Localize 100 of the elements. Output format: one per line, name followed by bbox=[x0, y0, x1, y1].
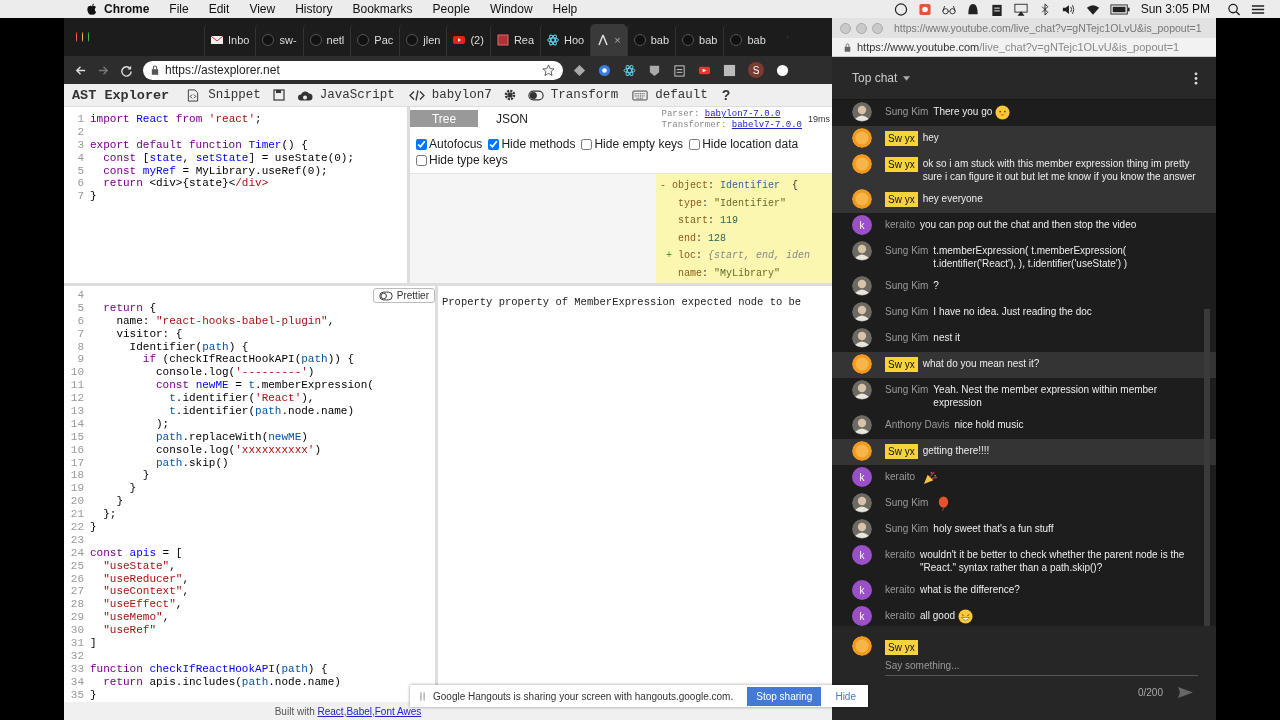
reload-button[interactable] bbox=[120, 63, 133, 77]
snippet-button[interactable]: Snippet bbox=[183, 88, 263, 102]
transformer-link[interactable]: babelv7-7.0.0 bbox=[731, 120, 802, 130]
author-name[interactable]: keraito bbox=[885, 583, 915, 596]
author-name[interactable]: Sung Kim bbox=[885, 383, 929, 396]
checkbox-label[interactable]: Hide empty keys bbox=[594, 137, 684, 151]
checkbox[interactable] bbox=[488, 138, 500, 150]
parser-button[interactable]: babylon7 bbox=[406, 88, 494, 102]
parser-link[interactable]: babylon7-7.0.0 bbox=[704, 109, 781, 119]
checkbox[interactable] bbox=[416, 138, 427, 150]
toggle-icon[interactable] bbox=[527, 88, 544, 102]
menu-item[interactable]: Chrome bbox=[104, 2, 150, 16]
scrollbar[interactable] bbox=[1204, 309, 1210, 626]
checkbox[interactable] bbox=[689, 138, 701, 150]
code-icon[interactable] bbox=[408, 88, 425, 102]
menu-item[interactable]: Window bbox=[489, 2, 533, 16]
menu-item[interactable]: Edit bbox=[208, 2, 230, 16]
menu-item[interactable]: View bbox=[249, 2, 276, 16]
language-button[interactable]: JavaScript bbox=[294, 88, 397, 102]
message-text: There you go bbox=[933, 105, 993, 118]
tree-node[interactable]: start: 119 bbox=[656, 212, 832, 230]
extension-icon[interactable] bbox=[776, 63, 789, 77]
tree-node[interactable]: type: "Identifier" bbox=[656, 194, 832, 212]
extension-icon[interactable] bbox=[648, 63, 661, 77]
keymap-button[interactable]: default bbox=[630, 88, 710, 102]
circle-icon[interactable] bbox=[893, 2, 908, 16]
code-line: name: "react-hooks-babel-plugin", bbox=[115, 314, 335, 328]
author-name[interactable]: Anthony Davis bbox=[885, 418, 950, 431]
menu-item[interactable]: Help bbox=[552, 2, 578, 16]
owner-badge[interactable]: Sw yx bbox=[885, 131, 918, 146]
checkbox-label[interactable]: Hide type keys bbox=[429, 153, 508, 167]
extension-icon[interactable] bbox=[598, 63, 611, 77]
bell-icon[interactable] bbox=[965, 2, 980, 16]
checkbox[interactable] bbox=[581, 138, 593, 150]
tree-node[interactable]: end: 128 bbox=[656, 229, 832, 247]
footer-link[interactable]: Babel bbox=[346, 705, 372, 717]
menu-item[interactable]: People bbox=[432, 2, 470, 16]
footer-link[interactable]: Font Awes bbox=[374, 705, 422, 717]
menu-item[interactable]: History bbox=[295, 2, 333, 16]
list-icon[interactable] bbox=[1251, 2, 1265, 16]
author-name[interactable]: Sung Kim bbox=[885, 331, 929, 344]
footer-link[interactable]: React bbox=[317, 705, 344, 717]
clipboard-icon[interactable] bbox=[989, 2, 1004, 16]
menu-item[interactable]: Bookmarks bbox=[352, 2, 413, 16]
owner-badge[interactable]: Sw yx bbox=[885, 192, 918, 207]
tree-node[interactable]: name: "MyLibrary" bbox=[656, 264, 832, 282]
tree-node[interactable]: - object: Identifier { bbox=[656, 177, 832, 195]
send-icon[interactable] bbox=[1177, 686, 1194, 699]
transform-toggle[interactable]: Transform bbox=[525, 88, 621, 102]
prettier-toggle[interactable]: Prettier bbox=[372, 288, 435, 303]
settings-icon[interactable] bbox=[503, 89, 516, 101]
clock[interactable]: Sun 3:05 PM bbox=[1140, 2, 1210, 16]
owner-badge[interactable]: Sw yx bbox=[885, 444, 918, 459]
extension-icon[interactable] bbox=[573, 63, 586, 77]
extension-icon[interactable] bbox=[723, 63, 736, 77]
author-name[interactable]: Sung Kim bbox=[885, 244, 929, 257]
tree-node[interactable]: + loc: {start, end, iden bbox=[656, 247, 832, 265]
owner-badge[interactable]: Sw yx bbox=[885, 357, 918, 372]
save-icon[interactable] bbox=[272, 89, 285, 101]
cloud-icon[interactable] bbox=[296, 88, 313, 102]
more-icon[interactable] bbox=[1194, 71, 1198, 85]
toggle-icon[interactable] bbox=[378, 290, 393, 301]
author-name[interactable]: Sung Kim bbox=[885, 305, 929, 318]
caret-icon[interactable] bbox=[903, 75, 911, 81]
author-name[interactable]: keraito bbox=[885, 609, 915, 622]
help-button[interactable]: ? bbox=[719, 87, 733, 103]
code-line: const apis = [ bbox=[90, 546, 183, 560]
volume-icon[interactable] bbox=[1061, 2, 1076, 16]
checkbox[interactable] bbox=[416, 154, 427, 166]
author-name[interactable]: keraito bbox=[885, 218, 915, 231]
clipboard-icon[interactable] bbox=[673, 63, 686, 77]
stop-sharing-button[interactable]: Stop sharing bbox=[747, 686, 822, 706]
checkbox-label[interactable]: Hide location data bbox=[702, 137, 799, 151]
close-tab-button[interactable]: × bbox=[614, 34, 621, 46]
minimize-window-button[interactable] bbox=[82, 32, 84, 42]
author-name[interactable]: Sung Kim bbox=[885, 496, 929, 509]
author-name[interactable]: keraito bbox=[885, 470, 915, 483]
browser-tab[interactable]: × bbox=[590, 24, 627, 56]
apple-icon[interactable] bbox=[85, 2, 99, 16]
owner-badge[interactable]: Sw yx bbox=[885, 157, 918, 172]
author-name[interactable]: keraito bbox=[885, 548, 915, 561]
keyboard-icon[interactable] bbox=[632, 88, 649, 102]
bookmark-star-icon[interactable] bbox=[542, 63, 555, 77]
checkbox-label[interactable]: Autofocus bbox=[429, 137, 483, 151]
menu-item[interactable]: File bbox=[169, 2, 189, 16]
checkbox-label[interactable]: Hide methods bbox=[501, 137, 576, 151]
address-bar[interactable]: https://astexplorer.net bbox=[143, 60, 563, 80]
code-line: function checkIfReactHookAPI(path) { bbox=[90, 662, 328, 676]
wifi-icon[interactable] bbox=[1085, 2, 1100, 16]
author-name[interactable]: Sung Kim bbox=[885, 522, 929, 535]
app-icon[interactable] bbox=[917, 2, 932, 16]
airplay-icon[interactable] bbox=[1013, 2, 1028, 16]
atom-icon[interactable] bbox=[623, 63, 636, 77]
search-icon[interactable] bbox=[1227, 2, 1241, 16]
battery-icon[interactable] bbox=[1109, 2, 1130, 16]
author-name[interactable]: Sung Kim bbox=[885, 279, 929, 292]
profile-avatar[interactable]: S bbox=[748, 62, 764, 78]
chat-mode-dropdown[interactable]: Top chat bbox=[852, 71, 911, 85]
chat-input[interactable]: Say something... bbox=[885, 658, 1198, 676]
author-name[interactable]: Sung Kim bbox=[885, 105, 929, 118]
